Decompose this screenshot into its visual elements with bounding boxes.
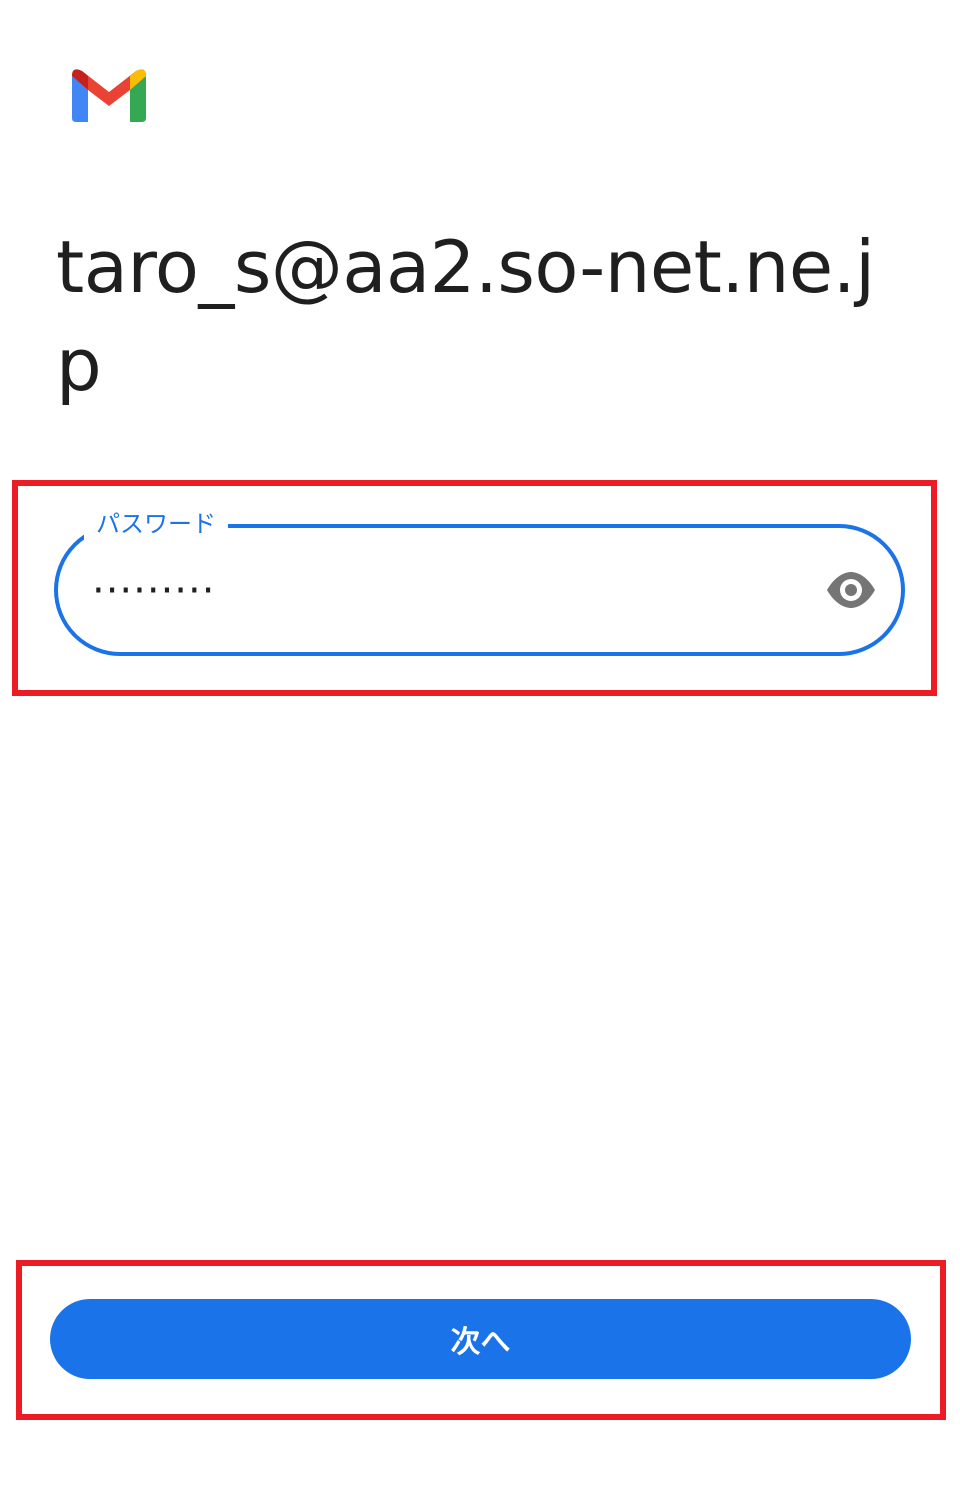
gmail-logo-icon bbox=[70, 66, 148, 126]
eye-icon[interactable] bbox=[825, 570, 877, 610]
password-field[interactable]: パスワード bbox=[54, 508, 905, 656]
account-email: taro_s@aa2.so-net.ne.jp bbox=[56, 225, 875, 407]
password-input[interactable] bbox=[92, 564, 792, 618]
next-button[interactable]: 次へ bbox=[50, 1299, 911, 1379]
password-label: パスワード bbox=[84, 508, 228, 540]
